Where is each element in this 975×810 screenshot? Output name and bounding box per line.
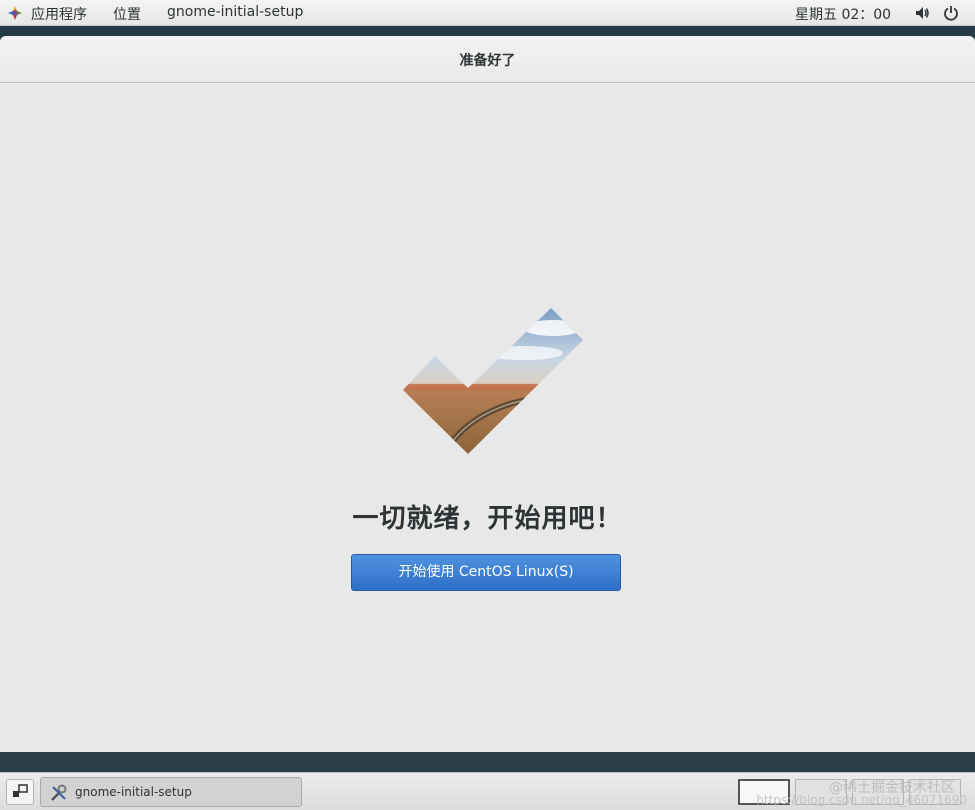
window-headerbar: 准备好了 bbox=[0, 36, 975, 83]
ready-headline: 一切就绪，开始用吧！ bbox=[352, 504, 623, 534]
tools-icon bbox=[49, 783, 69, 803]
places-menu[interactable]: 位置 bbox=[113, 4, 141, 24]
initial-setup-window: 准备好了 一切就绪，开始用吧！ 开始使用 CentOS Linux(S) bbox=[0, 36, 975, 752]
top-bar: 应用程序 位置 gnome-initial-setup 星期五 02：00 bbox=[0, 0, 975, 26]
volume-icon[interactable] bbox=[914, 5, 930, 21]
window-title: 准备好了 bbox=[459, 53, 516, 69]
bottom-bar: gnome-initial-setup @稀土掘金技术社区 https://bl… bbox=[0, 772, 975, 810]
show-desktop-icon bbox=[13, 784, 28, 797]
ready-checkmark-icon bbox=[403, 308, 583, 454]
watermark-url: https://blog.csdn.net/qq_46071690 bbox=[756, 793, 967, 807]
show-desktop-button[interactable] bbox=[6, 779, 34, 805]
clock[interactable]: 星期五 02：00 bbox=[795, 4, 891, 24]
applications-menu[interactable]: 应用程序 bbox=[31, 4, 87, 24]
active-app-menu[interactable]: gnome-initial-setup bbox=[167, 4, 303, 20]
power-icon[interactable] bbox=[943, 5, 959, 21]
start-using-button[interactable]: 开始使用 CentOS Linux(S) bbox=[351, 554, 621, 591]
taskbar-item-label: gnome-initial-setup bbox=[75, 785, 192, 799]
taskbar-item-initial-setup[interactable]: gnome-initial-setup bbox=[40, 777, 302, 807]
applications-icon[interactable] bbox=[7, 5, 23, 21]
